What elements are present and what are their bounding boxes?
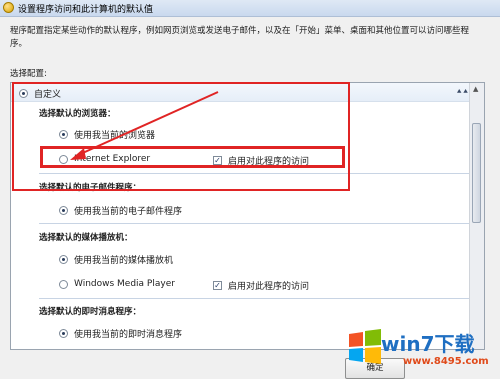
windows-logo-icon bbox=[349, 329, 381, 364]
watermark-brand: win7下载 bbox=[381, 332, 475, 356]
watermark: win7下载 www.8495.com bbox=[343, 322, 500, 379]
watermark-url: www.8495.com bbox=[403, 356, 489, 367]
